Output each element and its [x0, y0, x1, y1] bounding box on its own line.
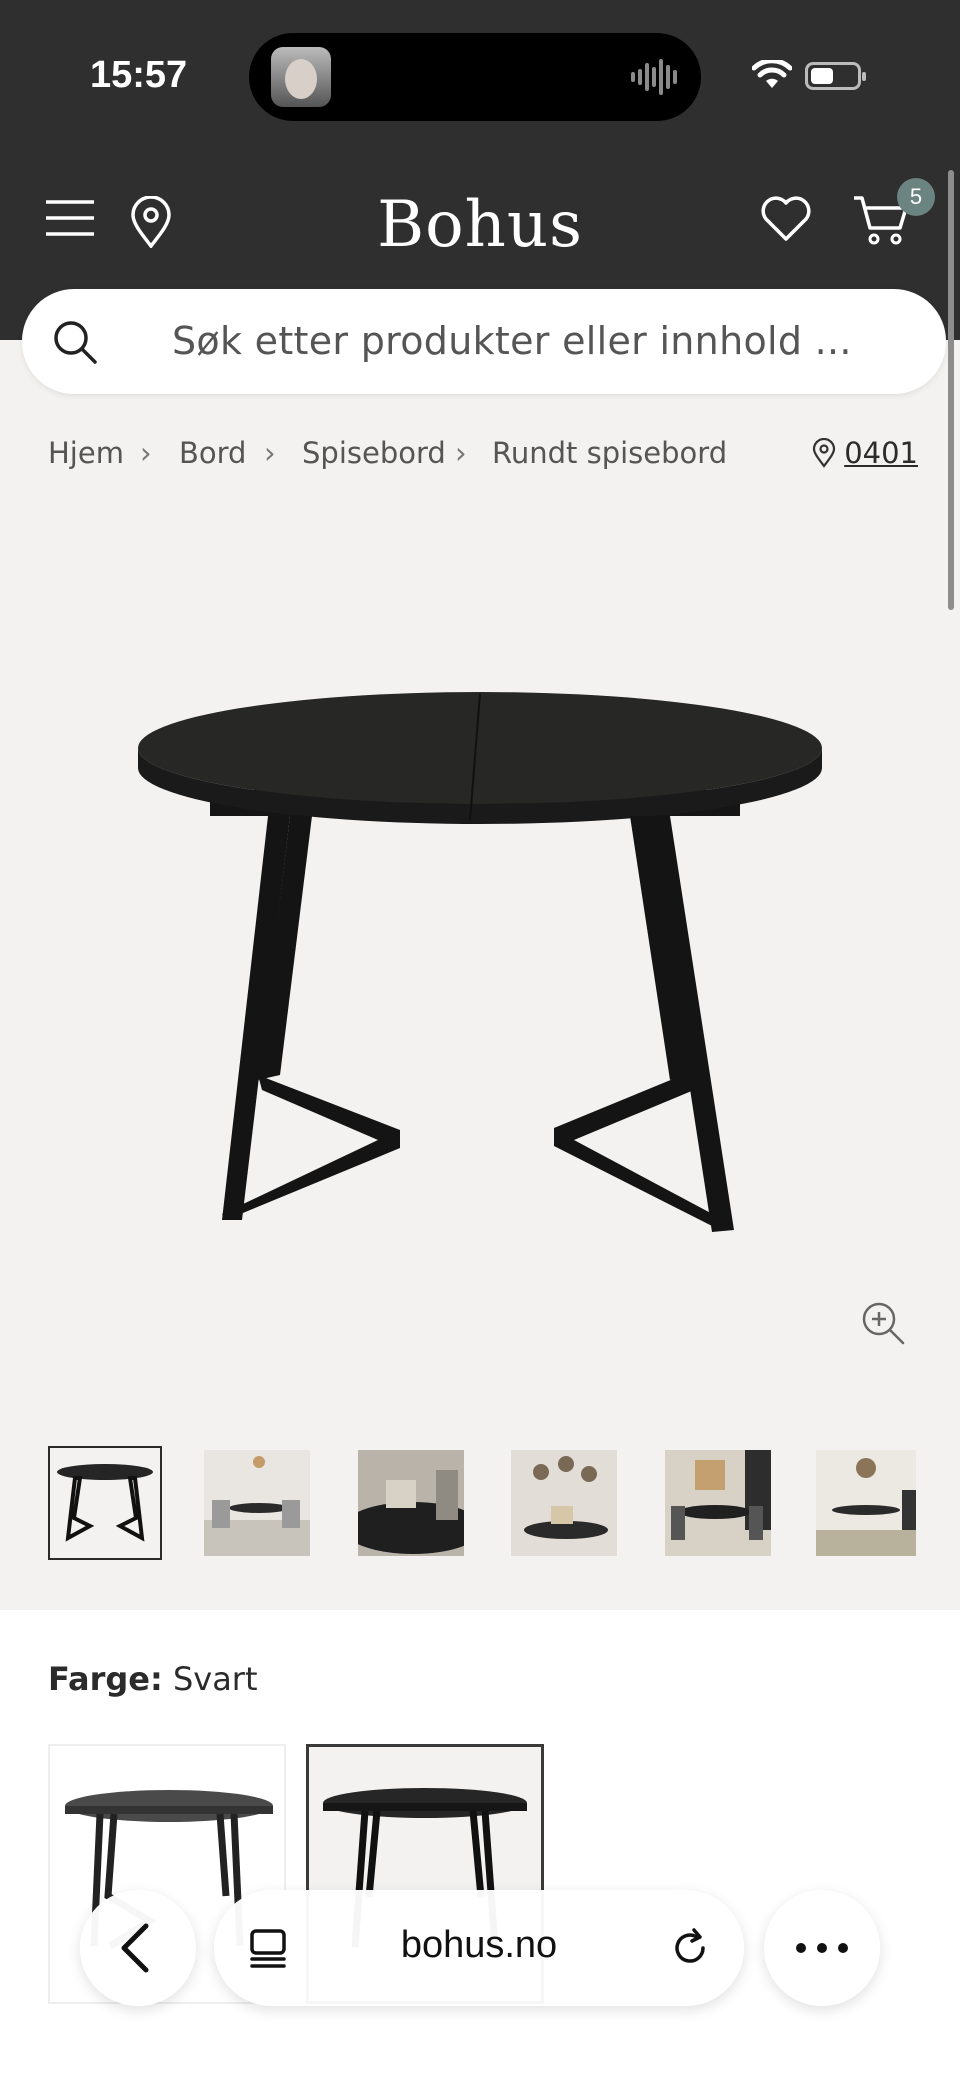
- chevron-left-icon: [121, 1923, 149, 1973]
- thumbnail-5[interactable]: [665, 1450, 771, 1556]
- page-scrollbar[interactable]: [948, 170, 954, 610]
- cart-count-badge: 5: [897, 178, 935, 216]
- more-options-button[interactable]: [764, 1890, 880, 2006]
- thumbnail-table-image: [57, 1464, 153, 1542]
- breadcrumb-spisebord[interactable]: Spisebord: [302, 436, 446, 470]
- reload-icon[interactable]: [670, 1928, 710, 1968]
- postcode-selector[interactable]: 0401: [812, 436, 918, 470]
- search-icon: [54, 321, 97, 364]
- thumbnail-2[interactable]: [204, 1450, 310, 1556]
- chevron-right-icon: ›: [264, 436, 276, 470]
- browser-toolbar: bohus.no: [0, 1890, 960, 2010]
- status-time: 15:57: [90, 54, 188, 96]
- thumbnail-room-image: [204, 1450, 310, 1556]
- thumbnail-1[interactable]: [48, 1446, 162, 1560]
- more-horizontal-icon: [796, 1943, 848, 1953]
- wifi-icon: [752, 60, 792, 88]
- thumbnail-dining-image: [665, 1450, 771, 1556]
- url-text: bohus.no: [400, 1924, 558, 1966]
- product-thumbnails: [48, 1446, 960, 1562]
- breadcrumb-home[interactable]: Hjem: [48, 436, 124, 470]
- thumbnail-6[interactable]: [816, 1450, 916, 1556]
- dynamic-island[interactable]: [249, 33, 701, 121]
- header-nav: Bohus 5: [0, 178, 960, 262]
- address-bar[interactable]: bohus.no: [214, 1890, 744, 2006]
- heart-icon[interactable]: [760, 195, 812, 243]
- thumbnail-3[interactable]: [358, 1450, 464, 1556]
- postcode-value: 0401: [844, 436, 918, 470]
- chevron-right-icon: ›: [140, 436, 152, 470]
- audio-waveform-icon: [631, 59, 677, 95]
- breadcrumb: Hjem › Bord › Spisebord › Rundt spisebor…: [48, 436, 918, 476]
- chevron-right-icon: ›: [455, 436, 467, 470]
- thumbnail-bright-room-image: [816, 1450, 916, 1556]
- color-value: Svart: [172, 1660, 258, 1698]
- back-button[interactable]: [80, 1890, 196, 2006]
- thumbnail-lamp-image: [511, 1450, 617, 1556]
- brand-logo[interactable]: Bohus: [0, 188, 960, 262]
- breadcrumb-current: Rundt spisebord: [492, 436, 728, 470]
- status-bar: 15:57: [0, 0, 960, 150]
- location-pin-icon: [813, 437, 836, 468]
- color-label: Farge:: [48, 1660, 163, 1698]
- zoom-in-icon[interactable]: [860, 1300, 906, 1346]
- thumbnail-4[interactable]: [511, 1450, 617, 1556]
- battery-icon: [805, 62, 866, 90]
- now-playing-artwork: [271, 47, 331, 107]
- thumbnail-closeup-image: [358, 1450, 464, 1556]
- breadcrumb-bord[interactable]: Bord: [179, 436, 246, 470]
- product-options-panel: Farge: Svart: [0, 1610, 960, 2087]
- search-bar[interactable]: Søk etter produkter eller innhold ...: [22, 289, 946, 394]
- search-input[interactable]: Søk etter produkter eller innhold ...: [172, 319, 852, 363]
- color-selection-label: Farge: Svart: [48, 1660, 258, 1698]
- product-main-image[interactable]: [0, 620, 960, 1320]
